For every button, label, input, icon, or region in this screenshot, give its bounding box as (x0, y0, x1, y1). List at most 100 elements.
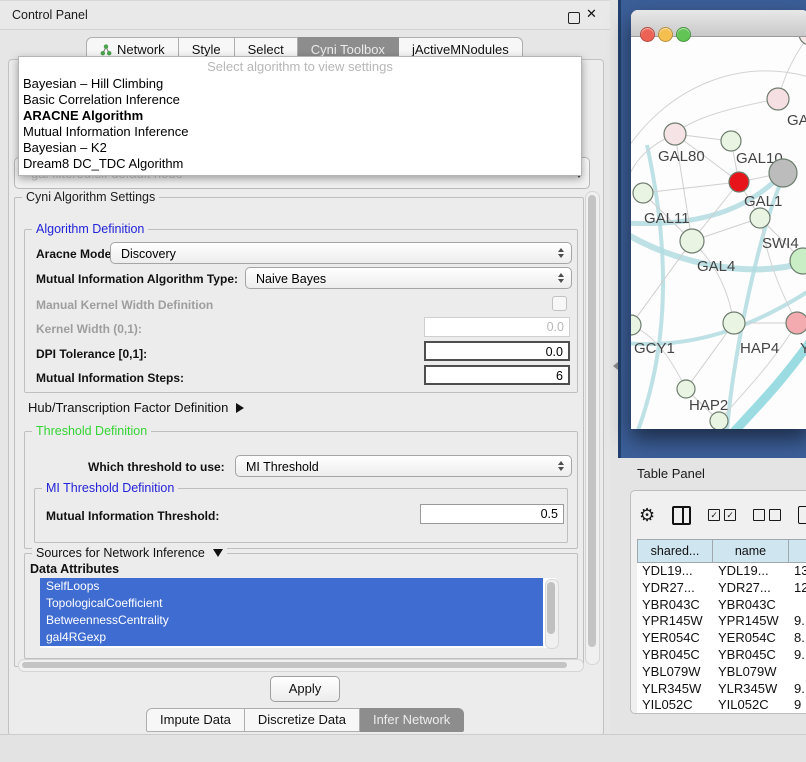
node-label: GAL4 (697, 258, 735, 275)
attribute-item[interactable]: SelfLoops (40, 578, 543, 595)
table-cell (789, 597, 806, 614)
aracne-mode-value: Discovery (121, 247, 176, 261)
gear-icon[interactable]: ⚙ (639, 506, 655, 524)
network-node-gal4[interactable] (680, 229, 704, 253)
network-node-gal10[interactable] (721, 131, 741, 151)
node-table: shared...name YDL19...YDL19...13YDR27...… (637, 539, 806, 714)
hub-factor-expander[interactable]: Hub/Transcription Factor Definition (28, 400, 244, 415)
table-cell: YBR043C (713, 597, 789, 614)
column-header[interactable] (789, 539, 806, 563)
which-threshold-combobox[interactable]: MI Threshold (235, 455, 572, 477)
algorithm-option[interactable]: ARACNE Algorithm (19, 108, 581, 124)
network-node[interactable] (710, 412, 728, 429)
expander-expanded-icon (213, 549, 223, 557)
dpi-tolerance-field[interactable]: 0.0 (424, 341, 570, 361)
table-cell: YBL079W (637, 664, 713, 681)
algorithm-option[interactable]: Bayesian – Hill Climbing (19, 76, 581, 92)
table-row[interactable]: YBR045CYBR045C9. (637, 647, 806, 664)
settings-vertical-scrollbar[interactable] (585, 191, 600, 665)
table-cell: YDR27... (637, 580, 713, 597)
table-row[interactable]: YPR145WYPR145W9. (637, 613, 806, 630)
select-all-icon[interactable]: ✓✓ (708, 509, 736, 521)
table-row[interactable]: YLR345WYLR345W9. (637, 681, 806, 698)
table-cell: YBR045C (637, 647, 713, 664)
file-icon[interactable] (798, 506, 806, 524)
apply-button[interactable]: Apply (270, 676, 340, 702)
bottom-tab-impute-data[interactable]: Impute Data (146, 708, 245, 732)
table-cell: YBR045C (713, 647, 789, 664)
column-header[interactable]: shared... (637, 539, 713, 563)
node-label: HAP2 (689, 397, 728, 414)
network-node[interactable] (729, 172, 749, 192)
attribute-item[interactable]: gal4RGexp (40, 629, 543, 646)
node-label: GCY1 (634, 340, 675, 357)
threshold-definition-legend: Threshold Definition (32, 424, 151, 438)
table-row[interactable]: YBL079WYBL079W (637, 664, 806, 681)
deselect-all-icon[interactable] (753, 509, 781, 521)
expander-collapsed-icon (236, 403, 244, 413)
mi-threshold-definition-legend: MI Threshold Definition (42, 481, 178, 495)
bottom-tab-infer-network[interactable]: Infer Network (360, 708, 464, 732)
network-edge (692, 241, 734, 323)
network-node-gal1[interactable] (750, 208, 770, 228)
close-icon[interactable]: ✕ (586, 6, 597, 22)
algorithm-option[interactable]: Mutual Information Inference (19, 124, 581, 140)
mi-algorithm-type-combobox[interactable]: Naive Bayes (245, 267, 572, 289)
manual-kernel-width-checkbox[interactable] (552, 296, 567, 311)
aracne-mode-label: Aracne Mode: (36, 247, 115, 261)
attribute-item[interactable]: BetweennessCentrality (40, 612, 543, 629)
kernel-width-label: Kernel Width (0,1): (36, 322, 142, 336)
network-node-gal80[interactable] (664, 123, 686, 145)
control-panel-title: Control Panel (12, 8, 88, 22)
node-label: GAL80 (658, 148, 705, 165)
data-attributes-list[interactable]: SelfLoopsTopologicalCoefficientBetweenne… (40, 578, 556, 648)
split-divider-handle[interactable] (613, 362, 618, 370)
table-row[interactable]: YIL052CYIL052C9 (637, 697, 806, 714)
network-window-titlebar[interactable] (631, 10, 806, 37)
table-row[interactable]: YDR27...YDR27...12 (637, 580, 806, 597)
table-cell (789, 664, 806, 681)
mi-steps-label: Mutual Information Steps: (36, 371, 184, 385)
network-node-y[interactable] (786, 312, 806, 334)
network-view-window[interactable]: GALGAL80GAL10GAL1GAL11GAL4SWI4GCY1HAP4YH… (631, 10, 806, 429)
application-root: Control Panel ✕ NetworkStyleSelectCyni T… (0, 0, 806, 762)
network-node-hap2[interactable] (677, 380, 695, 398)
mi-steps-field[interactable]: 6 (424, 365, 570, 385)
algorithm-option[interactable]: Bayesian – K2 (19, 140, 581, 156)
sources-expander[interactable]: Sources for Network Inference (32, 546, 227, 560)
settings-horizontal-scrollbar[interactable] (18, 659, 584, 672)
manual-kernel-width-label: Manual Kernel Width Definition (36, 298, 213, 312)
cyni-settings-legend: Cyni Algorithm Settings (22, 190, 159, 204)
algorithm-option[interactable]: Basic Correlation Inference (19, 92, 581, 108)
table-cell: YPR145W (713, 613, 789, 630)
network-node-gal[interactable] (767, 88, 789, 110)
node-label: GAL (787, 112, 806, 129)
sources-expander-label: Sources for Network Inference (36, 546, 205, 560)
which-threshold-label: Which threshold to use: (88, 460, 225, 474)
network-canvas[interactable]: GALGAL80GAL10GAL1GAL11GAL4SWI4GCY1HAP4YH… (631, 37, 806, 429)
hub-factor-expander-label: Hub/Transcription Factor Definition (28, 400, 228, 415)
table-toolbar: ⚙ ✓✓ (639, 503, 806, 527)
algorithm-option[interactable]: Dream8 DC_TDC Algorithm (19, 156, 581, 172)
kernel-width-field[interactable]: 0.0 (424, 317, 570, 337)
scrollbar-thumb[interactable] (547, 582, 555, 634)
columns-icon[interactable] (672, 506, 691, 525)
status-strip (0, 734, 806, 762)
scrollbar-thumb[interactable] (588, 195, 596, 647)
attribute-item[interactable]: TopologicalCoefficient (40, 595, 543, 612)
aracne-mode-combobox[interactable]: Discovery (110, 242, 572, 264)
float-panel-icon[interactable] (568, 12, 580, 24)
bottom-tab-discretize-data[interactable]: Discretize Data (245, 708, 360, 732)
network-node[interactable] (769, 159, 797, 187)
table-row[interactable]: YDL19...YDL19...13 (637, 563, 806, 580)
table-cell: YBR043C (637, 597, 713, 614)
network-node-hap4[interactable] (723, 312, 745, 334)
scrollbar-thumb[interactable] (22, 662, 567, 668)
table-row[interactable]: YER054CYER054C8. (637, 630, 806, 647)
network-node-gcy1[interactable] (631, 315, 641, 335)
attributes-scrollbar[interactable] (545, 579, 559, 649)
network-node-gal11[interactable] (633, 183, 653, 203)
mi-threshold-field[interactable]: 0.5 (420, 504, 564, 524)
table-row[interactable]: YBR043CYBR043C (637, 597, 806, 614)
column-header[interactable]: name (713, 539, 789, 563)
